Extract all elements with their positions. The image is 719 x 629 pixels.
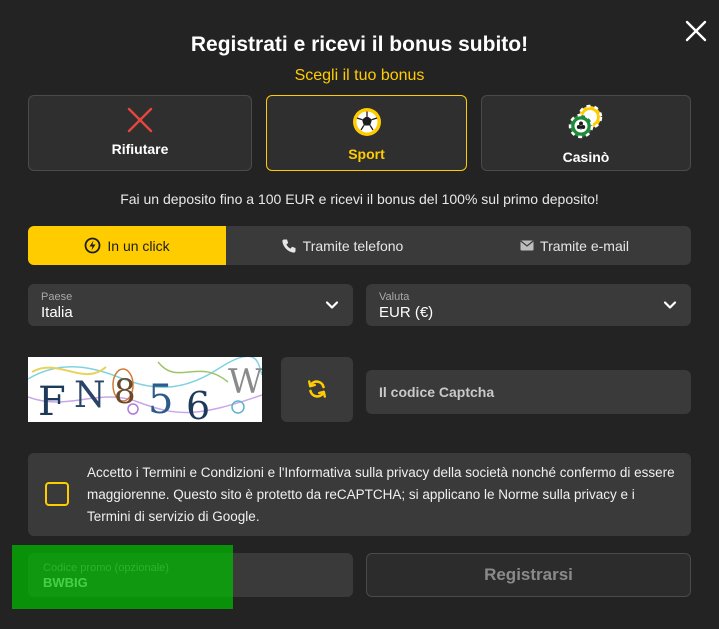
- promo-code-label: Codice promo (opzionale): [43, 562, 169, 574]
- registration-modal: Registrati e ricevi il bonus subito! Sce…: [0, 0, 719, 629]
- chevron-down-icon: [663, 301, 677, 309]
- svg-text:W: W: [228, 362, 262, 402]
- envelope-icon: [520, 240, 534, 251]
- tab-email[interactable]: Tramite e-mail: [458, 226, 691, 265]
- bonus-option-rifiutare[interactable]: Rifiutare: [28, 95, 252, 171]
- captcha-image: F N 8 5 6 W: [28, 357, 262, 422]
- svg-text:N: N: [74, 375, 106, 416]
- terms-checkbox[interactable]: [45, 482, 69, 506]
- bonus-option-label: Casinò: [562, 149, 610, 165]
- bonus-option-label: Rifiutare: [111, 141, 169, 157]
- currency-select-value: EUR (€): [379, 304, 434, 321]
- country-select-value: Italia: [41, 304, 73, 321]
- bonus-option-casino[interactable]: Casinò: [481, 95, 691, 171]
- soccer-ball-icon: [352, 108, 381, 136]
- modal-title: Registrati e ricevi il bonus subito!: [190, 33, 529, 56]
- tab-phone[interactable]: Tramite telefono: [226, 226, 458, 265]
- register-button[interactable]: Registrarsi: [366, 553, 691, 597]
- x-icon: [127, 107, 153, 133]
- captcha-picture: F N 8 5 6 W: [28, 357, 262, 422]
- bonus-option-sport[interactable]: Sport: [266, 95, 467, 171]
- tab-label: Tramite e-mail: [540, 237, 629, 254]
- svg-text:6: 6: [186, 384, 210, 422]
- bonus-info-text: Fai un deposito fino a 100 EUR e ricevi …: [120, 191, 599, 207]
- tab-label: Tramite telefono: [302, 237, 404, 254]
- country-select[interactable]: Paese Italia: [28, 284, 353, 326]
- currency-select-label: Valuta: [379, 291, 410, 303]
- captcha-refresh-button[interactable]: [281, 357, 353, 422]
- promo-code-field[interactable]: Codice promo (opzionale) BWBIG: [28, 553, 353, 597]
- refresh-icon: [308, 380, 326, 398]
- promo-code-value: BWBIG: [43, 575, 88, 590]
- country-select-label: Paese: [41, 291, 73, 303]
- registration-method-tabs: In un click Tramite telefono Tramite e-m…: [28, 226, 691, 265]
- svg-text:8: 8: [114, 372, 136, 412]
- tab-one-click[interactable]: In un click: [28, 226, 226, 265]
- bonus-option-label: Sport: [348, 146, 385, 162]
- casino-chips-icon: [568, 104, 603, 139]
- svg-text:F: F: [38, 379, 66, 422]
- chevron-down-icon: [325, 301, 339, 309]
- modal-subtitle: Scegli il tuo bonus: [294, 67, 425, 84]
- captcha-input[interactable]: [366, 370, 691, 414]
- terms-text: Accetto i Termini e Condizioni e l'Infor…: [87, 465, 675, 524]
- svg-text:5: 5: [148, 377, 173, 422]
- currency-select[interactable]: Valuta EUR (€): [366, 284, 691, 326]
- lightning-icon: [84, 237, 101, 254]
- terms-box: Accetto i Termini e Condizioni e l'Infor…: [28, 453, 691, 536]
- tab-label: In un click: [107, 237, 170, 254]
- phone-icon: [282, 239, 296, 253]
